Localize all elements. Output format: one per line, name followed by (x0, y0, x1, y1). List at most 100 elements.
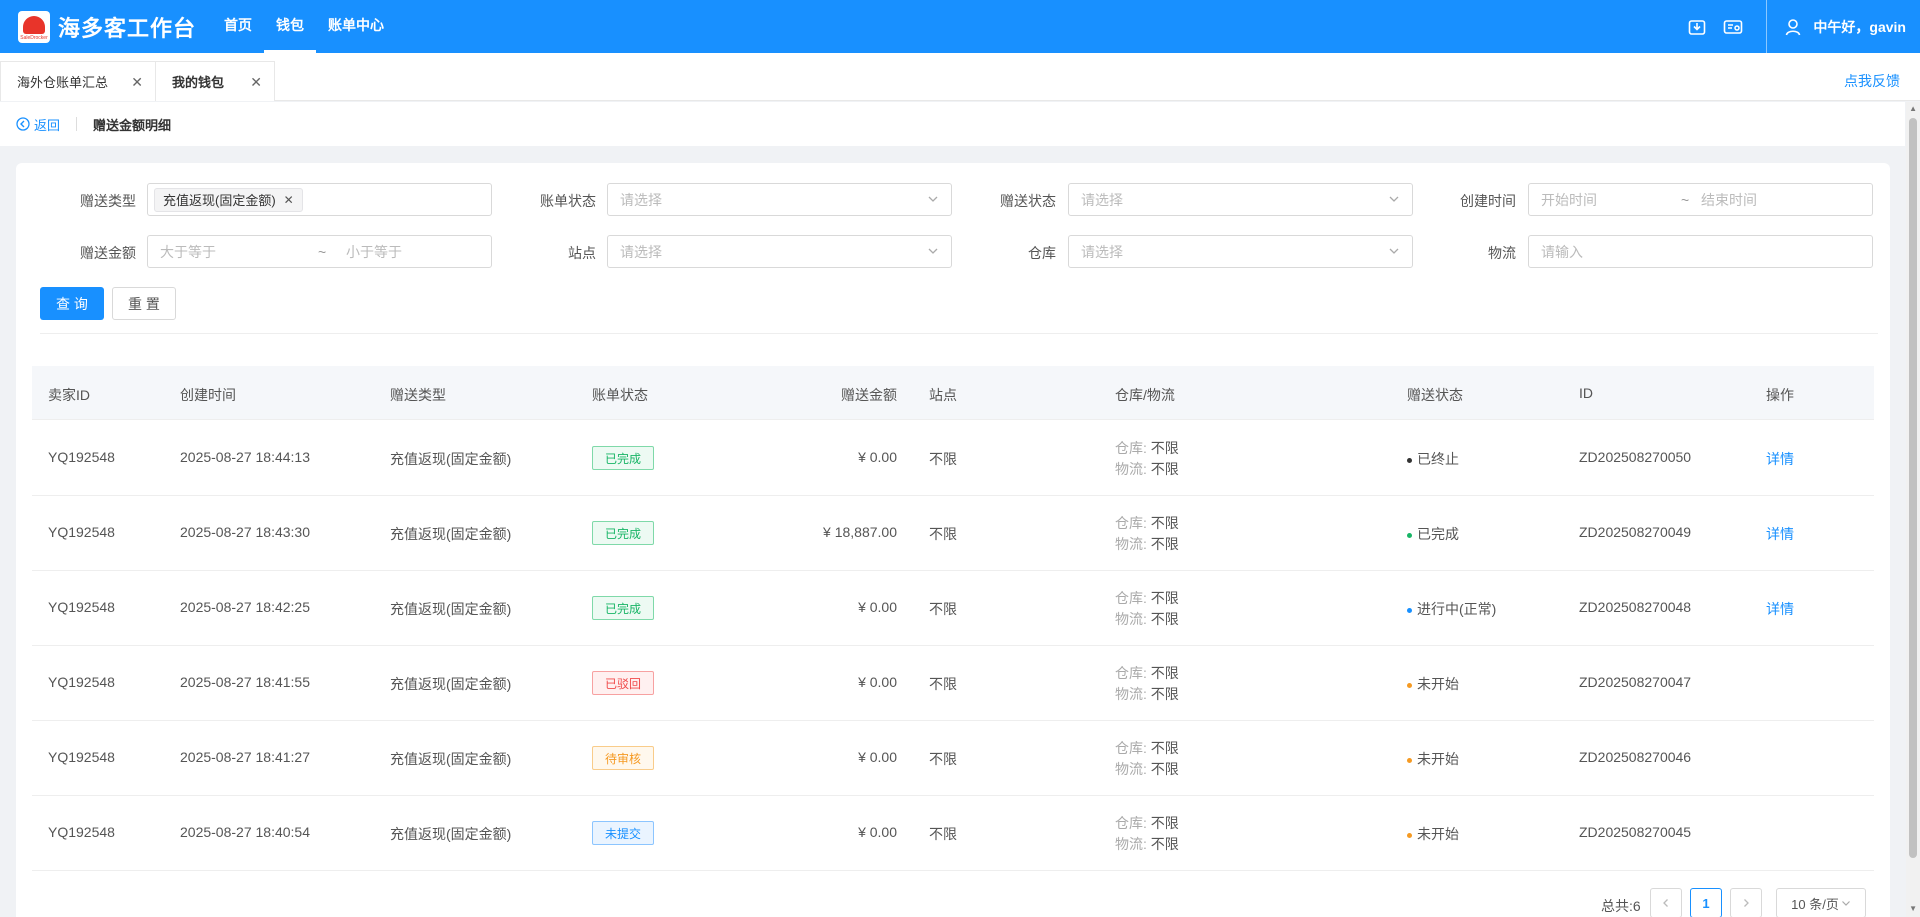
site-select[interactable]: 请选择 (607, 235, 952, 268)
gift-status-text: 未开始 (1417, 751, 1459, 767)
amount-range[interactable]: 大于等于 ~ 小于等于 (147, 235, 492, 268)
bill-status-badge: 未提交 (592, 821, 655, 845)
gift-status-text: 已终止 (1417, 451, 1459, 467)
scrollbar-thumb[interactable] (1909, 118, 1917, 858)
bill-status-badge: 已完成 (592, 446, 655, 470)
seller-id-cell: YQ192548 (48, 749, 115, 765)
query-button[interactable]: 查 询 (40, 287, 104, 320)
logistics-input[interactable]: 请输入 (1528, 235, 1873, 268)
nav-bill-center[interactable]: 账单中心 (316, 0, 396, 53)
created-time-range[interactable]: 开始时间 ~ 结束时间 (1528, 183, 1873, 216)
warehouse-select[interactable]: 请选择 (1068, 235, 1413, 268)
gift-type-cell: 充值返现(固定金额) (390, 601, 512, 617)
amount-cell: ¥ 0.00 (858, 674, 897, 690)
id-cell: ZD202508270047 (1579, 674, 1692, 690)
status-dot (1407, 457, 1412, 463)
detail-link[interactable]: 详情 (1766, 449, 1794, 469)
tag-close-icon[interactable]: ✕ (284, 193, 294, 207)
wallet-icon[interactable] (1722, 16, 1744, 38)
col-id: ID (1579, 385, 1593, 401)
chevron-down-icon (1389, 196, 1399, 202)
gift-status-text: 已完成 (1417, 526, 1459, 542)
amount-cell: ¥ 18,887.00 (823, 524, 897, 540)
table-row: YQ192548 2025-08-27 18:40:54 充值返现(固定金额) … (32, 796, 1874, 871)
amount-min-input[interactable]: 大于等于 (160, 242, 318, 262)
warehouse-value: 不限 (1150, 740, 1179, 756)
top-navbar: SaleDrocker 海多客工作台 首页 钱包 账单中心 中午好，gavin (0, 0, 1920, 53)
tab-overseas-bill[interactable]: 海外仓账单汇总 ✕ (0, 61, 156, 101)
status-dot (1407, 832, 1412, 838)
logistics-label: 物流 (1488, 245, 1516, 261)
gift-type-cell: 充值返现(固定金额) (390, 451, 512, 467)
amount-cell: ¥ 0.00 (858, 749, 897, 765)
table-row: YQ192548 2025-08-27 18:42:25 充值返现(固定金额) … (32, 571, 1874, 646)
filter-divider (40, 333, 1878, 334)
col-gift-status: 赠送状态 (1407, 387, 1463, 403)
created-time-cell: 2025-08-27 18:41:55 (180, 674, 310, 690)
logo-icon: SaleDrocker (18, 10, 50, 43)
gift-type-cell: 充值返现(固定金额) (390, 751, 512, 767)
logistics-value: 不限 (1150, 611, 1179, 627)
user-menu[interactable]: 中午好，gavin (1785, 17, 1920, 37)
warehouse-placeholder: 请选择 (1081, 243, 1123, 260)
status-dot (1407, 532, 1412, 538)
logistics-key: 物流: (1115, 686, 1147, 702)
site-cell: 不限 (929, 676, 957, 692)
seller-id-cell: YQ192548 (48, 674, 115, 690)
col-created-time: 创建时间 (180, 387, 236, 403)
warehouse-logistics-cell: 仓库: 不限 物流: 不限 (1115, 813, 1179, 855)
back-link[interactable]: 返回 (16, 115, 60, 134)
amount-max-input[interactable]: 小于等于 (346, 242, 402, 262)
warehouse-key: 仓库: (1115, 590, 1147, 606)
total-count: 总共:6 (1601, 898, 1641, 914)
warehouse-logistics-cell: 仓库: 不限 物流: 不限 (1115, 738, 1179, 780)
download-icon[interactable] (1686, 16, 1708, 38)
main-card: 赠送类型 充值返现(固定金额) ✕ 账单状态 请选择 赠送状态 请选择 创建时间… (16, 163, 1890, 917)
detail-link[interactable]: 详情 (1766, 599, 1794, 619)
end-time-input[interactable]: 结束时间 (1701, 190, 1757, 210)
back-label: 返回 (34, 117, 61, 133)
app-logo[interactable]: SaleDrocker 海多客工作台 (0, 0, 212, 53)
table-row: YQ192548 2025-08-27 18:43:30 充值返现(固定金额) … (32, 496, 1874, 571)
gift-status-select[interactable]: 请选择 (1068, 183, 1413, 216)
gift-type-cell: 充值返现(固定金额) (390, 676, 512, 692)
page-title: 赠送金额明细 (93, 117, 172, 133)
warehouse-key: 仓库: (1115, 740, 1147, 756)
warehouse-key: 仓库: (1115, 440, 1147, 456)
tabs-bar: 海外仓账单汇总 ✕ 我的钱包 ✕ 点我反馈 (0, 53, 1920, 101)
table-row: YQ192548 2025-08-27 18:41:27 充值返现(固定金额) … (32, 721, 1874, 796)
feedback-link[interactable]: 点我反馈 (1844, 71, 1900, 91)
amount-cell: ¥ 0.00 (858, 599, 897, 615)
main-nav: 首页 钱包 账单中心 (212, 0, 396, 53)
site-cell: 不限 (929, 526, 957, 542)
next-page-button[interactable] (1730, 888, 1762, 917)
nav-wallet[interactable]: 钱包 (264, 0, 316, 53)
warehouse-key: 仓库: (1115, 815, 1147, 831)
bill-status-select[interactable]: 请选择 (607, 183, 952, 216)
tab-my-wallet[interactable]: 我的钱包 ✕ (155, 61, 275, 101)
chevron-down-icon (1841, 901, 1850, 906)
created-time-label: 创建时间 (1460, 193, 1516, 209)
page-number[interactable]: 1 (1690, 888, 1722, 917)
close-icon[interactable]: ✕ (131, 74, 143, 91)
chevron-right-icon (1744, 899, 1749, 907)
nav-home[interactable]: 首页 (212, 0, 264, 53)
logistics-key: 物流: (1115, 836, 1147, 852)
col-gift-type: 赠送类型 (390, 387, 446, 403)
warehouse-key: 仓库: (1115, 515, 1147, 531)
scroll-down-icon[interactable]: ▼ (1909, 904, 1917, 913)
gift-type-select[interactable]: 充值返现(固定金额) ✕ (147, 183, 492, 216)
start-time-input[interactable]: 开始时间 (1541, 190, 1681, 210)
logistics-value: 不限 (1150, 461, 1179, 477)
close-icon[interactable]: ✕ (250, 74, 262, 91)
prev-page-button[interactable] (1650, 888, 1682, 917)
detail-link[interactable]: 详情 (1766, 524, 1794, 544)
logistics-placeholder: 请输入 (1541, 243, 1583, 260)
scroll-up-icon[interactable]: ▲ (1909, 104, 1917, 113)
page-size-select[interactable]: 10 条/页 (1776, 888, 1866, 917)
bill-status-badge: 已完成 (592, 596, 655, 620)
chevron-left-icon (1663, 899, 1668, 907)
gift-status-text: 进行中(正常) (1417, 601, 1497, 617)
breadcrumb-separator (76, 117, 78, 131)
reset-button[interactable]: 重 置 (112, 287, 176, 320)
